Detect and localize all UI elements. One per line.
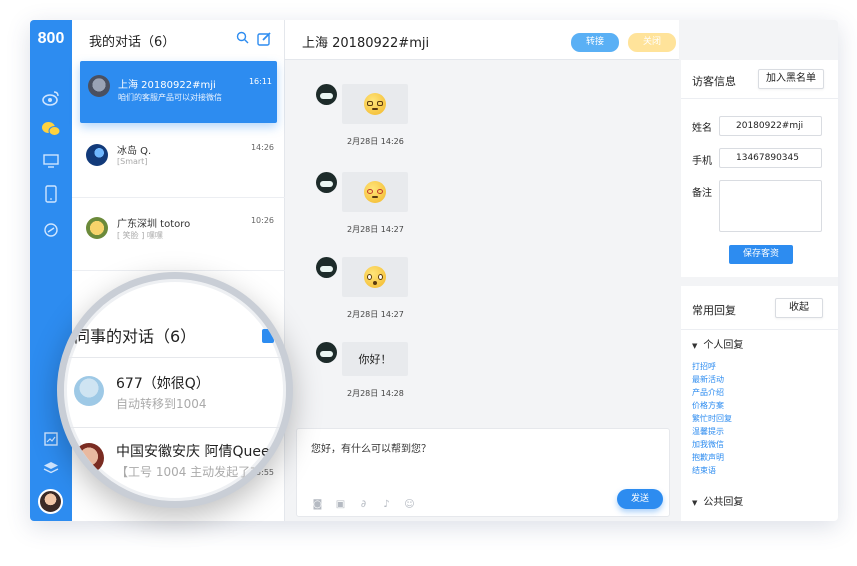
- quick-reply-item[interactable]: 加我微信: [692, 439, 724, 450]
- quick-reply-item[interactable]: 最新活动: [692, 374, 724, 385]
- message-bubble: [342, 172, 408, 212]
- caret-down-icon: ▼: [692, 499, 698, 507]
- compose-icon[interactable]: [257, 31, 272, 50]
- transfer-button[interactable]: 转接: [571, 33, 619, 52]
- conversation-time: 16:11: [248, 77, 272, 86]
- image-icon[interactable]: ▣: [335, 499, 346, 510]
- conversation-time: 14:26: [250, 143, 274, 152]
- quick-reply-item[interactable]: 温馨提示: [692, 426, 724, 437]
- conversation-preview: [Smart]: [117, 157, 148, 166]
- quick-reply-card: 常用回复 收起 ▼ 个人回复 打招呼 最新活动 产品介绍 价格方案 繁忙时回复 温…: [681, 286, 838, 521]
- message-bubble: 你好！: [342, 342, 408, 376]
- weibo-icon[interactable]: [41, 88, 61, 108]
- quick-reply-item[interactable]: 繁忙时回复: [692, 413, 732, 424]
- colleague-conversation-preview: 【工号 1004 主动发起了对话】: [116, 465, 287, 479]
- nerd-emoji-icon: [364, 93, 386, 115]
- monitor-icon[interactable]: [41, 151, 61, 171]
- avatar: [86, 144, 108, 166]
- note-field[interactable]: [719, 180, 822, 232]
- camera-icon[interactable]: ◙: [312, 499, 323, 510]
- nav-rail: 800: [30, 20, 72, 521]
- conversation-preview: [ 笑脸 ] 嘿嘿: [117, 231, 163, 240]
- colleague-conversation-name[interactable]: 677（妳很Q）: [116, 373, 210, 393]
- conversation-list-header: 我的对话（6）: [72, 20, 284, 60]
- robot-avatar: [316, 84, 337, 105]
- collapse-button[interactable]: 收起: [775, 298, 823, 318]
- divider: [64, 427, 286, 428]
- personal-reply-title: 个人回复: [703, 340, 744, 351]
- message-bubble: [342, 84, 408, 124]
- robot-avatar: [316, 342, 337, 363]
- close-chat-button[interactable]: 关闭: [628, 33, 676, 52]
- report-icon[interactable]: [41, 429, 61, 449]
- message-bubble: [342, 257, 408, 297]
- divider: [681, 329, 838, 330]
- chat-header: 上海 20180922#mji 转接 关闭: [285, 20, 679, 60]
- divider: [64, 357, 286, 358]
- name-label: 姓名: [692, 123, 712, 134]
- quick-reply-item[interactable]: 价格方案: [692, 400, 724, 411]
- divider: [681, 98, 838, 99]
- conversation-time: 10:26: [250, 216, 274, 225]
- surprised-emoji-icon: [364, 266, 386, 288]
- mobile-icon[interactable]: [41, 184, 61, 204]
- public-reply-title: 公共回复: [703, 497, 744, 508]
- attachment-icon[interactable]: ∂: [358, 499, 369, 510]
- public-reply-section[interactable]: ▼ 公共回复: [692, 493, 743, 508]
- conversation-item[interactable]: 上海 20180922#mji 咱们的客服产品可以对接微信 16:11: [80, 61, 277, 123]
- search-icon[interactable]: [236, 31, 249, 50]
- microphone-icon[interactable]: ♪: [381, 499, 392, 510]
- conversation-list-title: 我的对话（6）: [89, 34, 176, 50]
- conversation-name: 广东深圳 totoro: [117, 219, 191, 230]
- layers-icon[interactable]: [41, 458, 61, 478]
- user-avatar[interactable]: [38, 489, 63, 514]
- robot-avatar: [316, 257, 337, 278]
- emoji-icon[interactable]: ☺: [404, 499, 415, 510]
- name-field[interactable]: 20180922#mji: [719, 116, 822, 136]
- quick-reply-item[interactable]: 打招呼: [692, 361, 716, 372]
- magnifier-lens: 同事的对话（6） 677（妳很Q） 自动转移到1004 中国安徽安庆 阿倩Que…: [57, 272, 293, 508]
- conversation-name: 上海 20180922#mji: [118, 80, 216, 91]
- quick-reply-item[interactable]: 产品介绍: [692, 387, 724, 398]
- visitor-info-card: 访客信息 加入黑名单 姓名 20180922#mji 手机 1346789034…: [681, 60, 838, 277]
- brand-logo: 800: [37, 30, 65, 47]
- visitor-info-title: 访客信息: [692, 75, 736, 88]
- conversation-preview: 咱们的客服产品可以对接微信: [118, 93, 222, 102]
- glasses-emoji-icon: [364, 181, 386, 203]
- quick-reply-item[interactable]: 抱歉声明: [692, 452, 724, 463]
- avatar: [86, 217, 108, 239]
- phone-field[interactable]: 13467890345: [719, 148, 822, 168]
- avatar: [74, 443, 104, 473]
- note-label: 备注: [692, 188, 712, 199]
- phone-label: 手机: [692, 156, 712, 167]
- message-time: 2月28日 14:27: [347, 310, 404, 319]
- conversation-item[interactable]: 广东深圳 totoro [ 笑脸 ] 嘿嘿 10:26: [72, 199, 285, 271]
- link-icon[interactable]: [41, 220, 61, 240]
- caret-down-icon: ▼: [692, 342, 698, 350]
- colleague-conversations-title: 同事的对话（6）: [74, 327, 197, 346]
- colleague-conversation-preview: 自动转移到1004: [116, 397, 207, 411]
- chat-title: 上海 20180922#mji: [302, 36, 430, 51]
- send-button[interactable]: 发送: [617, 489, 663, 509]
- message-time: 2月28日 14:28: [347, 389, 404, 398]
- chat-panel: 上海 20180922#mji 转接 关闭 2月28日 14:26 2月28日 …: [285, 20, 679, 521]
- conversation-name: 冰岛 Q.: [117, 146, 152, 157]
- robot-avatar: [316, 172, 337, 193]
- blacklist-button[interactable]: 加入黑名单: [758, 69, 824, 89]
- wechat-icon[interactable]: [41, 119, 61, 139]
- avatar: [74, 376, 104, 406]
- quick-reply-title: 常用回复: [692, 304, 736, 317]
- personal-reply-section[interactable]: ▼ 个人回复: [692, 336, 743, 351]
- save-customer-button[interactable]: 保存客资: [729, 245, 793, 264]
- info-panel: 访客信息 加入黑名单 姓名 20180922#mji 手机 1346789034…: [679, 20, 838, 521]
- quick-reply-item[interactable]: 结束语: [692, 465, 716, 476]
- compose-icon[interactable]: [262, 329, 274, 343]
- composer-text[interactable]: 您好，有什么可以帮到您？: [311, 440, 431, 455]
- conversation-item[interactable]: 冰岛 Q. [Smart] 14:26: [72, 126, 285, 198]
- avatar: [88, 75, 110, 97]
- message-composer[interactable]: 您好，有什么可以帮到您？ ◙ ▣ ∂ ♪ ☺ 发送: [296, 428, 670, 517]
- message-time: 2月28日 14:26: [347, 137, 404, 146]
- message-time: 2月28日 14:27: [347, 225, 404, 234]
- colleague-conversation-name[interactable]: 中国安徽安庆 阿倩Queen: [116, 441, 278, 461]
